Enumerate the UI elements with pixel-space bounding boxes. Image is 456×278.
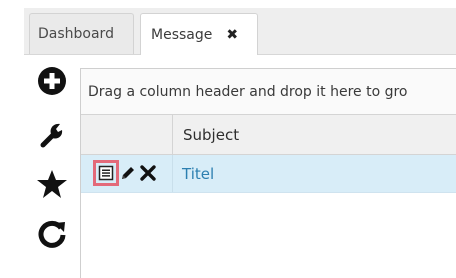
row-subject-cell[interactable]: Titel: [173, 155, 456, 192]
tab-message[interactable]: Message ✖: [140, 13, 258, 55]
edit-button[interactable]: [119, 164, 137, 182]
add-button[interactable]: [35, 64, 69, 98]
details-icon: [98, 165, 114, 181]
column-header-subject[interactable]: Subject: [173, 115, 456, 154]
add-circle-icon: [38, 67, 66, 95]
left-toolbar: [24, 55, 80, 278]
favorite-button[interactable]: [35, 167, 69, 201]
group-panel-hint: Drag a column header and drop it here to…: [88, 83, 408, 100]
tab-dashboard[interactable]: Dashboard: [29, 13, 134, 54]
delete-button[interactable]: [139, 164, 157, 182]
message-grid: Drag a column header and drop it here to…: [80, 68, 456, 278]
tab-dashboard-label: Dashboard: [38, 26, 114, 42]
star-icon: [37, 170, 67, 198]
header-commands-cell: [81, 115, 173, 154]
app-window: Dashboard Message ✖ Drag a column header…: [0, 0, 456, 278]
refresh-button[interactable]: [35, 217, 69, 251]
settings-button[interactable]: [35, 117, 69, 151]
wrench-icon: [40, 123, 63, 148]
column-header-subject-label: Subject: [183, 125, 240, 144]
close-icon[interactable]: ✖: [226, 27, 238, 43]
refresh-icon: [38, 220, 66, 248]
delete-x-icon: [140, 165, 156, 181]
details-button[interactable]: [93, 160, 119, 186]
tab-strip: Dashboard Message ✖: [0, 0, 456, 55]
edit-pencil-icon: [122, 167, 134, 179]
table-row[interactable]: Titel: [81, 155, 456, 193]
row-commands-cell: [81, 155, 173, 192]
row-subject-link[interactable]: Titel: [182, 165, 214, 183]
tab-message-label: Message: [151, 26, 213, 43]
grid-header-row: Subject: [81, 115, 456, 155]
group-by-panel[interactable]: Drag a column header and drop it here to…: [81, 69, 456, 115]
